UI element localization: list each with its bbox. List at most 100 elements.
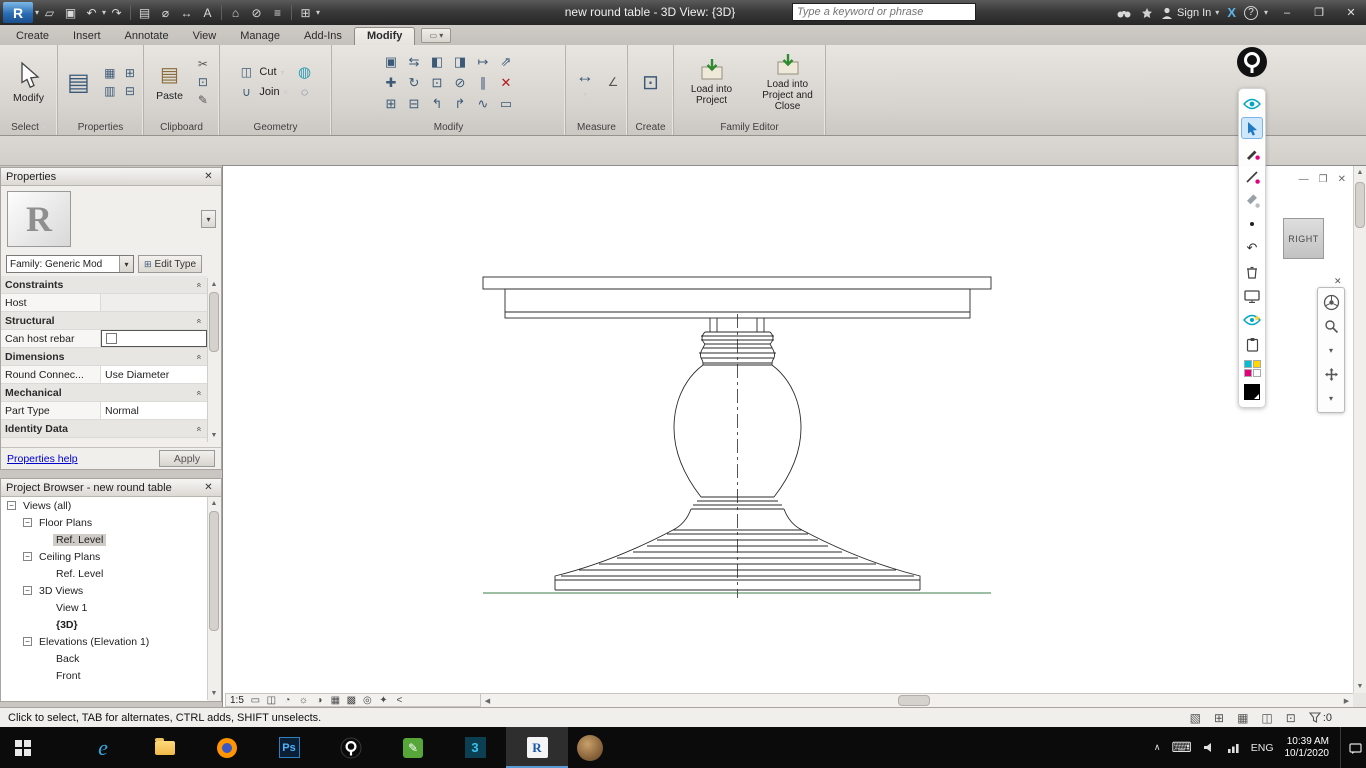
help-caret-icon[interactable]: ▾ [1264, 8, 1268, 17]
qat-dimension-icon[interactable]: ↔ [177, 3, 196, 22]
tab-annotate[interactable]: Annotate [113, 28, 181, 45]
solid-sphere-icon[interactable]: ◍ [296, 64, 314, 81]
clear-trash-icon[interactable] [1241, 261, 1263, 283]
pan-button[interactable] [1321, 364, 1341, 384]
restore-button[interactable]: ❐ [1306, 3, 1332, 22]
collapse-node-icon[interactable]: − [23, 518, 32, 527]
tree-item-back[interactable]: Back [1, 650, 208, 667]
scroll-down-icon[interactable]: ▼ [208, 429, 220, 442]
view-minimize-icon[interactable]: — [1299, 174, 1309, 185]
property-row-part-type[interactable]: Part Type Normal [1, 402, 207, 420]
angle-dimension-icon[interactable]: ∠ [604, 74, 622, 90]
property-row-can-host-rebar[interactable]: Can host rebar [1, 330, 207, 348]
subscription-icon[interactable] [1139, 3, 1155, 22]
copy-to-clipboard-icon[interactable]: ⊡ [194, 74, 212, 90]
tab-view[interactable]: View [181, 28, 229, 45]
rendering-icon[interactable]: ◑ [313, 695, 326, 706]
start-button[interactable] [0, 727, 46, 768]
modify-tool-button[interactable]: Modify [8, 59, 49, 106]
trim-corner-icon[interactable]: ↰ [426, 94, 448, 114]
type-properties-icon[interactable]: ▥ [101, 83, 119, 99]
qat-save-icon[interactable]: ▣ [61, 3, 80, 22]
array-icon[interactable]: ⊞ [380, 94, 402, 114]
detail-level-icon[interactable]: ▭ [249, 695, 262, 706]
taskbar-greenshot-icon[interactable]: ✎ [382, 727, 444, 768]
tree-item-ceiling-plans[interactable]: − Ceiling Plans [1, 548, 208, 565]
section-row-dimensions[interactable]: Dimensions « [1, 348, 207, 366]
viewcube-right-face[interactable]: RIGHT [1283, 218, 1324, 259]
section-row-structural[interactable]: Structural « [1, 312, 207, 330]
search-binoculars-icon[interactable] [1115, 3, 1133, 22]
navbar-more-caret-icon[interactable]: ▾ [1321, 388, 1341, 408]
properties-close-icon[interactable]: ✕ [201, 170, 216, 184]
tree-item-views[interactable]: − Views (all) [1, 497, 208, 514]
taskbar-photoshop-icon[interactable]: Ps [258, 727, 320, 768]
tab-modify[interactable]: Modify [353, 27, 416, 45]
unpin-icon[interactable]: ⊟ [403, 94, 425, 114]
selection-filter-button[interactable]: :0 [1308, 712, 1332, 724]
tab-insert[interactable]: Insert [61, 28, 113, 45]
tab-addins[interactable]: Add-Ins [292, 28, 354, 45]
scrollbar-thumb[interactable] [1355, 182, 1365, 228]
measure-button[interactable]: ↔ ▾ [571, 64, 599, 101]
delete-icon[interactable]: ✕ [495, 73, 517, 93]
steering-wheel-button[interactable] [1321, 292, 1341, 312]
copy-icon[interactable]: ⊡ [426, 73, 448, 93]
tree-item-3d-views[interactable]: −3D Views [1, 582, 208, 599]
exclude-options-icon[interactable]: ▦ [1237, 711, 1248, 725]
offset-icon[interactable]: ⇆ [403, 52, 425, 72]
mirror-axis-icon[interactable]: ◧ [426, 52, 448, 72]
shadows-icon[interactable]: ☼ [297, 695, 310, 706]
cut-to-clipboard-icon[interactable]: ✂ [194, 56, 212, 72]
align-icon[interactable]: ▣ [380, 52, 402, 72]
parameters-icon[interactable]: ⊟ [121, 83, 139, 99]
background-processes-icon[interactable]: ⊡ [1286, 711, 1296, 725]
annotation-app-logo[interactable] [1236, 46, 1268, 81]
scrollbar-thumb[interactable] [209, 511, 219, 631]
color-white-swatch[interactable] [1252, 368, 1261, 377]
section-row-mechanical[interactable]: Mechanical « [1, 384, 207, 402]
navbar-close-icon[interactable]: ✕ [1334, 276, 1342, 287]
scroll-left-icon[interactable]: ◀ [481, 694, 494, 707]
scroll-down-icon[interactable]: ▼ [208, 687, 220, 700]
visual-style-icon[interactable]: ◫ [265, 695, 278, 706]
qat-open-icon[interactable]: ▱ [40, 3, 59, 22]
collapse-node-icon[interactable]: − [23, 637, 32, 646]
undo-icon[interactable]: ↶ [1241, 237, 1263, 259]
type-selector-combo[interactable]: Family: Generic Mod ▾ [6, 255, 134, 273]
properties-palette-header[interactable]: Properties ✕ [1, 168, 221, 186]
project-browser-close-icon[interactable]: ✕ [201, 481, 216, 495]
cursor-tool-icon[interactable] [1241, 117, 1263, 139]
line-tool-icon[interactable] [1241, 165, 1263, 187]
reveal-hidden-icon[interactable]: ✦ [377, 695, 390, 706]
qat-text-icon[interactable]: A [198, 3, 217, 22]
zoom-caret-icon[interactable]: ▾ [1321, 340, 1341, 360]
viewbar-collapse-icon[interactable]: < [393, 695, 406, 706]
cut-geometry-button[interactable]: ◫ Cut ▾ [237, 64, 287, 80]
section-row-constraints[interactable]: Constraints « [1, 276, 207, 294]
rotate-icon[interactable]: ↻ [403, 73, 425, 93]
tree-item-view-1[interactable]: View 1 [1, 599, 208, 616]
taskbar-revit-icon[interactable]: R [506, 727, 568, 768]
taskbar-ie-icon[interactable]: e [72, 727, 134, 768]
qat-print-icon[interactable]: ▤ [135, 3, 154, 22]
taskbar-epic-pen-icon[interactable] [320, 727, 382, 768]
match-type-icon[interactable]: ✎ [194, 92, 212, 108]
clipboard-icon[interactable] [1241, 333, 1263, 355]
collapse-node-icon[interactable]: − [23, 552, 32, 561]
highlighter-tool-icon[interactable] [1241, 189, 1263, 211]
scale-icon[interactable]: ⇗ [495, 52, 517, 72]
network-icon[interactable] [1227, 743, 1240, 753]
panel-label-select[interactable]: Select ▾ [0, 120, 57, 134]
split-gap-icon[interactable]: ∿ [472, 94, 494, 114]
help-icon[interactable]: ? [1243, 5, 1258, 20]
volume-icon[interactable] [1203, 742, 1216, 753]
tree-item-floor-plans[interactable]: − Floor Plans [1, 514, 208, 531]
collapse-node-icon[interactable]: − [23, 586, 32, 595]
action-center-icon[interactable] [1340, 727, 1362, 768]
active-color-swatch[interactable] [1241, 381, 1263, 403]
design-options-icon[interactable]: ⊞ [1214, 711, 1224, 725]
tree-item-elevations[interactable]: − Elevations (Elevation 1) [1, 633, 208, 650]
paste-button[interactable]: ▤ Paste [151, 60, 188, 104]
show-hide-overlay-icon[interactable] [1241, 93, 1263, 115]
